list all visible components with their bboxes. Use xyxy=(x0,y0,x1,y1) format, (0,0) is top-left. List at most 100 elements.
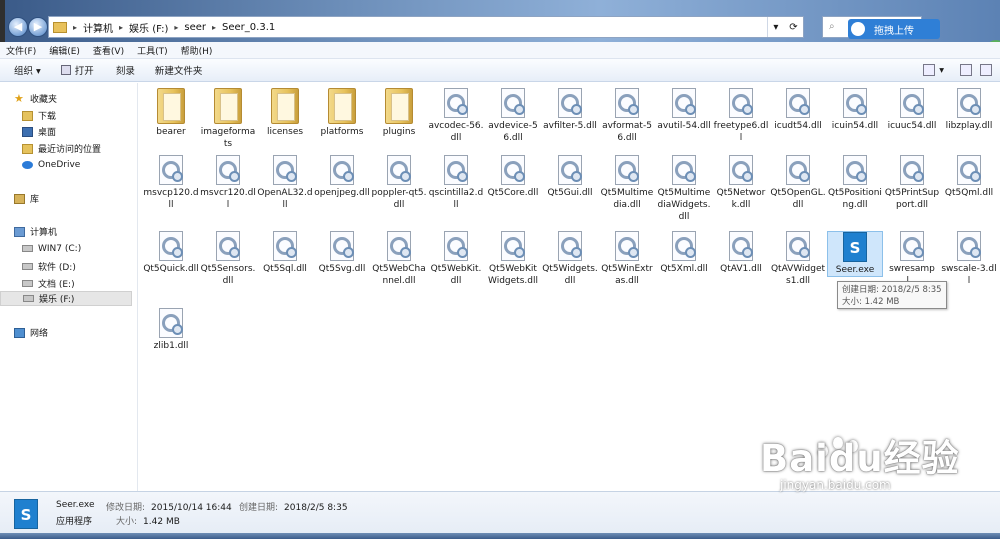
sidebar-item-drive-c[interactable]: WIN7 (C:) xyxy=(22,241,154,256)
file-item[interactable]: poppler-qt5.dll xyxy=(371,155,427,211)
file-name: msvcp120.dll xyxy=(143,188,199,210)
file-item[interactable]: zlib1.dll xyxy=(143,308,199,352)
address-bar[interactable]: ▸ 计算机 ▸ 娱乐 (F:) ▸ seer ▸ Seer_0.3.1 ▾ ⟳ xyxy=(48,16,804,38)
file-item[interactable]: icuin54.dll xyxy=(827,88,883,132)
file-item[interactable]: Qt5Gui.dll xyxy=(542,155,598,199)
refresh-icon[interactable]: ⟳ xyxy=(789,22,797,33)
sidebar-item-network[interactable]: 网络 xyxy=(14,325,146,340)
computer-icon xyxy=(14,226,25,237)
file-item[interactable]: avutil-54.dll xyxy=(656,88,712,132)
sidebar-item-computer[interactable]: 计算机 xyxy=(14,224,146,239)
file-item[interactable]: Qt5Sql.dll xyxy=(257,231,313,275)
file-item[interactable]: avformat-56.dll xyxy=(599,88,655,144)
file-name: Seer.exe xyxy=(835,265,875,275)
sidebar-item-desktop[interactable]: 桌面 xyxy=(22,124,154,139)
menu-help[interactable]: 帮助(H) xyxy=(181,44,213,57)
sidebar-item-label: WIN7 (C:) xyxy=(38,243,82,254)
folder-item[interactable]: licenses xyxy=(257,88,313,138)
chevron-right-icon[interactable]: ▸ xyxy=(172,23,180,32)
dropdown-arrow-icon[interactable]: ▾ xyxy=(773,22,778,33)
sidebar-item-drive-d[interactable]: 软件 (D:) xyxy=(22,259,154,274)
file-item[interactable]: Qt5Widgets.dll xyxy=(542,231,598,287)
burn-button[interactable]: 刻录 xyxy=(116,63,135,77)
organize-button[interactable]: 组织 ▾ xyxy=(14,63,41,77)
folder-item[interactable]: platforms xyxy=(314,88,370,138)
file-name: licenses xyxy=(266,127,304,137)
file-item[interactable]: qscintilla2.dll xyxy=(428,155,484,211)
file-item[interactable]: Qt5Positioning.dll xyxy=(827,155,883,211)
back-button[interactable]: ◀ xyxy=(8,17,28,37)
folder-item[interactable]: plugins xyxy=(371,88,427,138)
file-name: Qt5Quick.dll xyxy=(143,264,199,274)
application-icon: S xyxy=(843,232,867,262)
file-item[interactable]: swscale-3.dll xyxy=(941,231,997,287)
file-item[interactable]: avdevice-56.dll xyxy=(485,88,541,144)
file-item[interactable]: Qt5Multimedia.dll xyxy=(599,155,655,211)
sidebar-item-drive-f[interactable]: 娱乐 (F:) xyxy=(0,291,132,306)
file-item[interactable]: Qt5Core.dll xyxy=(485,155,541,199)
file-item[interactable]: swresampl... xyxy=(884,231,940,287)
drive-icon xyxy=(22,263,33,270)
chevron-right-icon[interactable]: ▸ xyxy=(117,23,125,32)
sidebar-item-libraries[interactable]: 库 xyxy=(14,191,146,206)
dll-file-icon xyxy=(501,155,525,185)
tooltip-created: 创建日期: 2018/2/5 8:35 xyxy=(842,285,942,295)
dll-file-icon xyxy=(672,155,696,185)
file-item[interactable]: S Seer.exe xyxy=(827,231,883,277)
file-item[interactable]: Qt5MultimediaWidgets.dll xyxy=(656,155,712,223)
file-item[interactable]: openjpeg.dll xyxy=(314,155,370,199)
breadcrumb-seer-version[interactable]: Seer_0.3.1 xyxy=(218,22,279,33)
file-item[interactable]: Qt5Quick.dll xyxy=(143,231,199,275)
sidebar-item-favorites[interactable]: ★ 收藏夹 xyxy=(14,91,146,106)
breadcrumb-computer[interactable]: 计算机 xyxy=(79,20,117,35)
file-item[interactable]: QtAV1.dll xyxy=(713,231,769,275)
menu-edit[interactable]: 编辑(E) xyxy=(49,44,80,57)
view-dropdown-icon[interactable]: ▾ xyxy=(939,65,944,76)
menu-view[interactable]: 查看(V) xyxy=(93,44,124,57)
file-item[interactable]: avcodec-56.dll xyxy=(428,88,484,144)
folder-item[interactable]: imageformats xyxy=(200,88,256,150)
file-name: Qt5Gui.dll xyxy=(547,188,593,198)
new-folder-button[interactable]: 新建文件夹 xyxy=(155,63,203,77)
breadcrumb-seer[interactable]: seer xyxy=(180,22,210,33)
file-item[interactable]: msvcp120.dll xyxy=(143,155,199,211)
file-item[interactable]: OpenAL32.dll xyxy=(257,155,313,211)
details-created-value: 2018/2/5 8:35 xyxy=(284,503,348,513)
file-item[interactable]: avfilter-5.dll xyxy=(542,88,598,132)
file-item[interactable]: icudt54.dll xyxy=(770,88,826,132)
file-item[interactable]: Qt5OpenGL.dll xyxy=(770,155,826,211)
sidebar-item-drive-e[interactable]: 文档 (E:) xyxy=(22,276,154,291)
open-button[interactable]: 打开 xyxy=(60,63,94,77)
preview-pane-icon[interactable] xyxy=(960,64,972,76)
breadcrumb-drive-f[interactable]: 娱乐 (F:) xyxy=(125,20,172,35)
file-item[interactable]: libzplay.dll xyxy=(941,88,997,132)
file-item[interactable]: Qt5WinExtras.dll xyxy=(599,231,655,287)
file-item[interactable]: Qt5Network.dll xyxy=(713,155,769,211)
file-item[interactable]: Qt5Sensors.dll xyxy=(200,231,256,287)
window-edge xyxy=(0,0,5,42)
forward-button[interactable]: ▶ xyxy=(28,17,48,37)
file-item[interactable]: Qt5Xml.dll xyxy=(656,231,712,275)
file-item[interactable]: msvcr120.dll xyxy=(200,155,256,211)
baidu-upload-button[interactable]: 拖拽上传 xyxy=(848,19,940,39)
folder-item[interactable]: bearer xyxy=(143,88,199,138)
file-item[interactable]: Qt5Svg.dll xyxy=(314,231,370,275)
file-item[interactable]: Qt5WebKit.dll xyxy=(428,231,484,287)
menu-tools[interactable]: 工具(T) xyxy=(137,44,168,57)
chevron-right-icon[interactable]: ▸ xyxy=(210,23,218,32)
menu-file[interactable]: 文件(F) xyxy=(6,44,36,57)
file-item[interactable]: QtAVWidgets1.dll xyxy=(770,231,826,287)
file-name: OpenAL32.dll xyxy=(257,188,313,210)
file-item[interactable]: icuuc54.dll xyxy=(884,88,940,132)
sidebar-item-onedrive[interactable]: OneDrive xyxy=(22,157,154,172)
sidebar-item-recent[interactable]: 最近访问的位置 xyxy=(22,141,154,156)
help-icon[interactable] xyxy=(980,64,992,76)
sidebar-item-downloads[interactable]: 下载 xyxy=(22,108,154,123)
file-item[interactable]: Qt5Qml.dll xyxy=(941,155,997,199)
change-view-icon[interactable] xyxy=(923,64,936,76)
file-item[interactable]: freetype6.dll xyxy=(713,88,769,144)
details-modified-value: 2015/10/14 16:44 xyxy=(151,503,232,513)
file-item[interactable]: Qt5WebKitWidgets.dll xyxy=(485,231,541,287)
file-item[interactable]: Qt5PrintSupport.dll xyxy=(884,155,940,211)
file-item[interactable]: Qt5WebChannel.dll xyxy=(371,231,427,287)
